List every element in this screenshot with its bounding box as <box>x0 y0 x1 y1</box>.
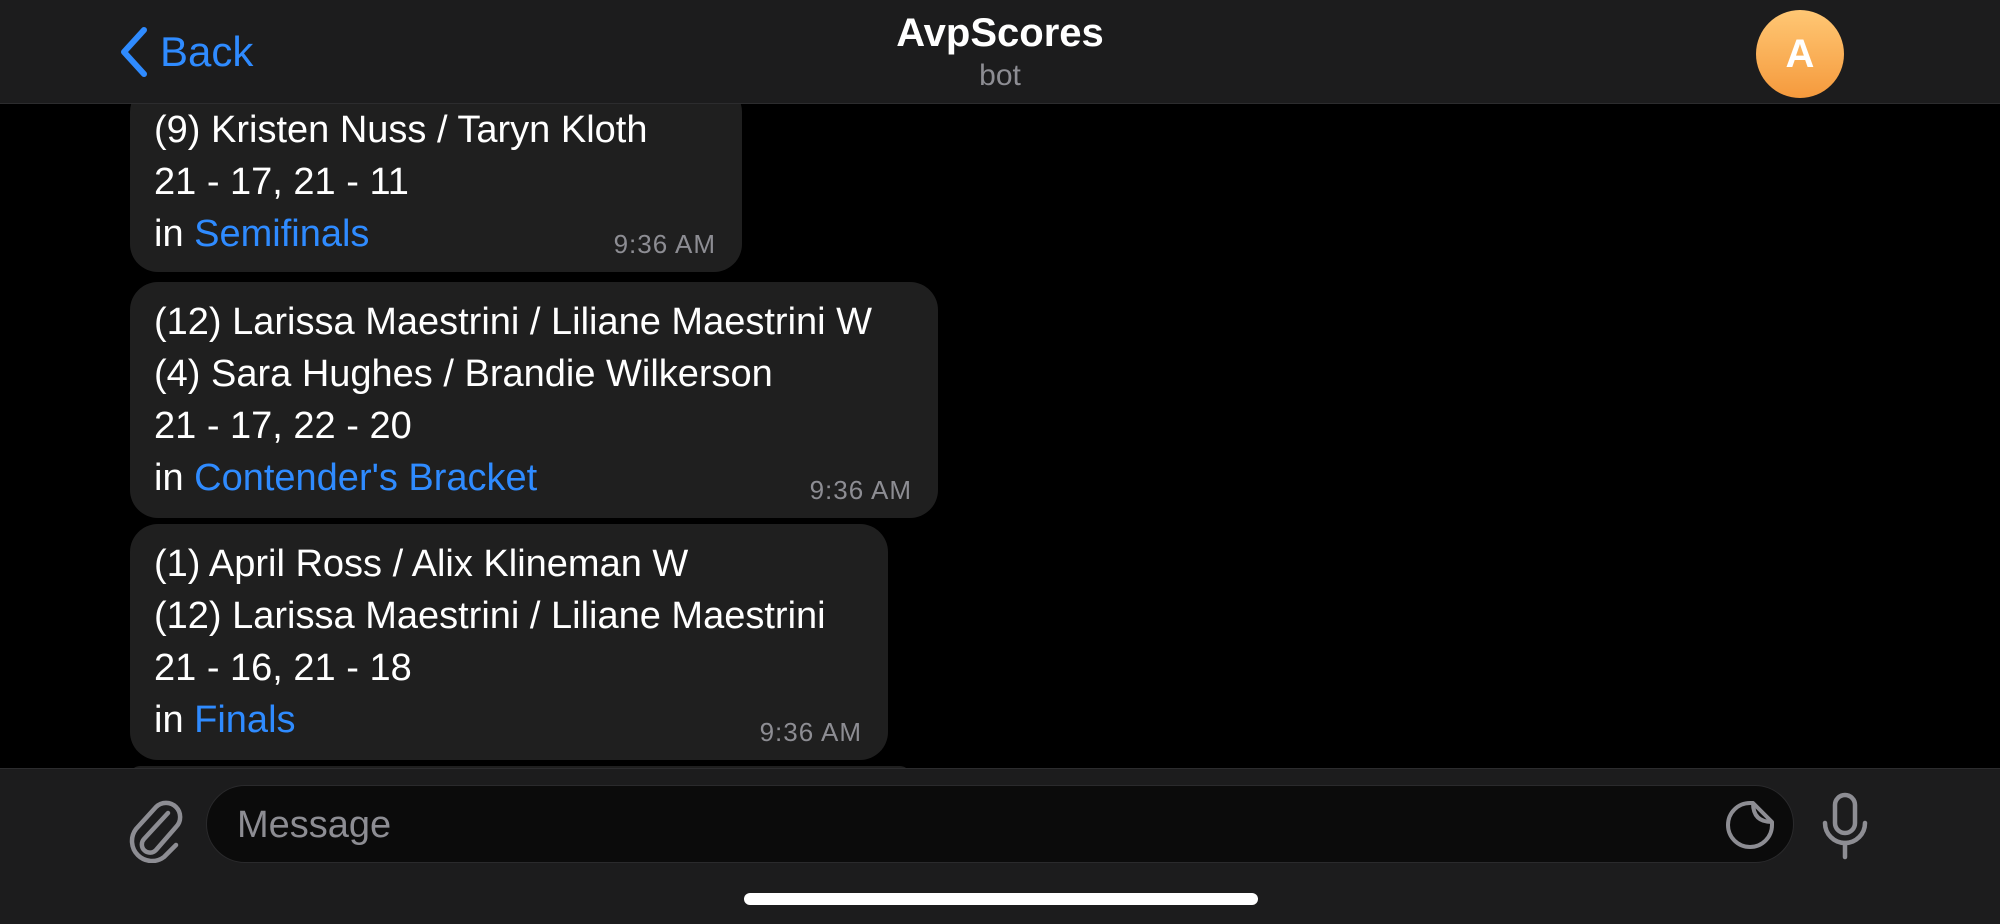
attach-button[interactable] <box>124 791 186 864</box>
sticker-icon[interactable] <box>1723 798 1777 852</box>
round-link[interactable]: Contender's Bracket <box>194 457 537 499</box>
chevron-left-icon <box>118 26 150 78</box>
message-line: (4) Sara Hughes / Brandie Wilkerson <box>154 353 773 395</box>
chat-screen: Back AvpScores bot A (9) Kristen Nuss / … <box>0 0 2000 924</box>
message-line: (12) Larissa Maestrini / Liliane Maestri… <box>154 595 826 637</box>
message-bubble[interactable]: (1) April Ross / Alix Klineman W (12) La… <box>130 524 888 760</box>
round-prefix: in <box>154 213 195 255</box>
message-round-line: in Contender's Bracket <box>154 452 914 504</box>
message-bubble[interactable]: (12) Larissa Maestrini / Liliane Maestri… <box>130 282 938 518</box>
microphone-icon <box>1818 792 1872 867</box>
round-link[interactable]: Finals <box>194 699 295 741</box>
paperclip-icon <box>124 800 186 867</box>
chat-subtitle: bot <box>979 59 1021 92</box>
message-line: (12) Larissa Maestrini / Liliane Maestri… <box>154 301 873 343</box>
chat-title-block[interactable]: AvpScores bot <box>800 8 1200 94</box>
microphone-button[interactable] <box>1818 791 1872 863</box>
message-time: 9:36 AM <box>613 229 716 259</box>
avatar[interactable]: A <box>1756 10 1844 98</box>
message-line: 21 - 17, 22 - 20 <box>154 405 412 447</box>
home-indicator[interactable] <box>744 893 1258 905</box>
message-bubble[interactable]: (9) Kristen Nuss / Taryn Kloth 21 - 17, … <box>130 104 742 272</box>
round-link[interactable]: Semifinals <box>194 213 369 255</box>
composer-bar <box>0 768 2000 924</box>
message-time: 9:36 AM <box>759 717 862 747</box>
message-line: 21 - 17, 21 - 11 <box>154 161 409 203</box>
message-line: (1) April Ross / Alix Klineman W <box>154 543 689 585</box>
message-line: 21 - 16, 21 - 18 <box>154 647 412 689</box>
round-prefix: in <box>154 699 195 741</box>
message-list[interactable]: (9) Kristen Nuss / Taryn Kloth 21 - 17, … <box>0 104 2000 768</box>
message-time: 9:36 AM <box>809 475 912 505</box>
message-field[interactable] <box>206 785 1794 864</box>
message-round-line: in Finals <box>154 694 864 746</box>
message-line: (9) Kristen Nuss / Taryn Kloth <box>154 109 648 151</box>
round-prefix: in <box>154 457 195 499</box>
chat-header: Back AvpScores bot A <box>0 0 2000 104</box>
message-input[interactable] <box>235 786 1699 864</box>
back-label: Back <box>160 28 254 75</box>
chat-title: AvpScores <box>896 11 1104 55</box>
back-button[interactable]: Back <box>118 24 253 80</box>
avatar-letter: A <box>1785 31 1815 76</box>
